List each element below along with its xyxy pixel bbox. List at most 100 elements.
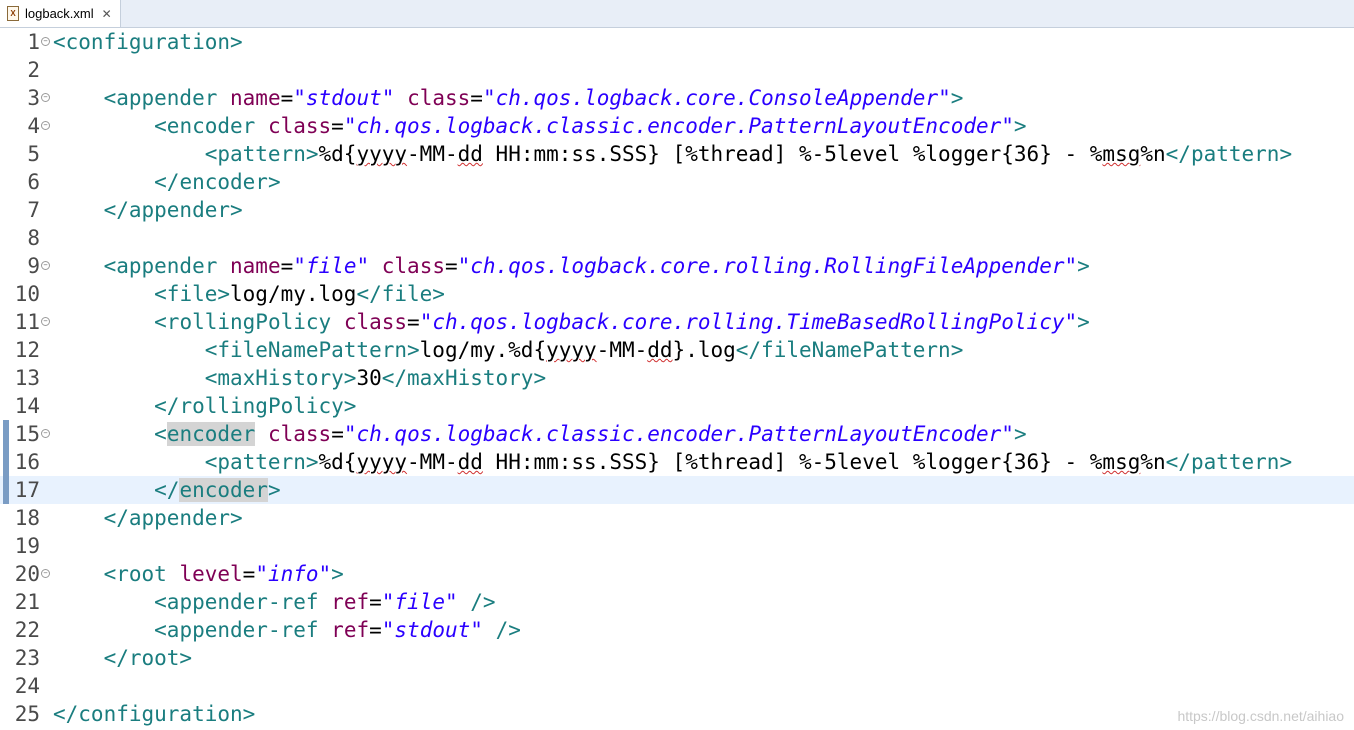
code-text: </encoder> — [53, 168, 281, 196]
line-number: 2 — [27, 58, 40, 82]
code-line[interactable]: 22 <appender-ref ref="stdout" /> — [0, 616, 1354, 644]
code-text: <encoder class="ch.qos.logback.classic.e… — [53, 112, 1026, 140]
fold-toggle-icon[interactable]: − — [41, 317, 50, 326]
code-line[interactable]: 16 <pattern>%d{yyyy-MM-dd HH:mm:ss.SSS} … — [0, 448, 1354, 476]
fold-toggle-icon[interactable]: − — [41, 261, 50, 270]
line-number: 9 — [27, 254, 40, 278]
code-text: <configuration> — [53, 28, 243, 56]
xml-editor[interactable]: 1− <configuration> 2 3− <appender name="std… — [0, 28, 1354, 730]
code-line[interactable]: 11− <rollingPolicy class="ch.qos.logback… — [0, 308, 1354, 336]
code-line[interactable]: 14 </rollingPolicy> — [0, 392, 1354, 420]
line-number: 3 — [27, 86, 40, 110]
code-line[interactable]: 1− <configuration> — [0, 28, 1354, 56]
code-text: <appender-ref ref="stdout" /> — [53, 616, 521, 644]
code-token: yyyy — [356, 450, 408, 474]
code-token: </rollingPolicy> — [154, 394, 357, 418]
code-token: name — [230, 86, 281, 110]
line-number: 18 — [14, 506, 40, 530]
code-token: <maxHistory> — [204, 366, 357, 390]
code-token: %n — [1140, 450, 1166, 474]
code-lines: 1− <configuration> 2 3− <appender name="std… — [0, 28, 1354, 728]
code-token: dd — [457, 450, 483, 474]
code-line[interactable]: 5 <pattern>%d{yyyy-MM-dd HH:mm:ss.SSS} [… — [0, 140, 1354, 168]
line-number: 6 — [27, 170, 40, 194]
code-text: <file>log/my.log</file> — [53, 280, 445, 308]
code-line[interactable]: 6 </encoder> — [0, 168, 1354, 196]
code-line[interactable]: 3− <appender name="stdout" class="ch.qos… — [0, 84, 1354, 112]
code-token: = — [369, 618, 382, 642]
code-line[interactable]: 12 <fileNamePattern>log/my.%d{yyyy-MM-dd… — [0, 336, 1354, 364]
code-line[interactable]: 8 — [0, 224, 1354, 252]
code-line[interactable]: 7 </appender> — [0, 196, 1354, 224]
code-token: > — [950, 86, 964, 110]
line-number: 25 — [14, 702, 40, 726]
code-line[interactable]: 18 </appender> — [0, 504, 1354, 532]
tab-logback-xml[interactable]: X logback.xml ✕ — [0, 0, 121, 27]
code-token: <encoder — [154, 114, 268, 138]
code-line[interactable]: 20− <root level="info"> — [0, 560, 1354, 588]
code-line[interactable]: 4− <encoder class="ch.qos.logback.classi… — [0, 112, 1354, 140]
close-tab-icon[interactable]: ✕ — [102, 7, 112, 21]
code-line[interactable]: 17 </encoder> — [0, 476, 1354, 504]
code-line[interactable]: 13 <maxHistory>30</maxHistory> — [0, 364, 1354, 392]
code-token: "ch.qos.logback.core.ConsoleAppender" — [482, 86, 951, 110]
code-token: > — [1077, 310, 1090, 334]
fold-toggle-icon[interactable]: − — [41, 93, 50, 102]
code-token: <appender-ref — [154, 618, 332, 642]
code-token: %n — [1140, 142, 1166, 166]
code-token: "ch.qos.logback.classic.encoder.PatternL… — [343, 114, 1014, 138]
code-token: = — [242, 562, 256, 586]
code-token: </encoder> — [154, 170, 281, 194]
code-token: HH:mm:ss.SSS} [%thread] %-5level %logger… — [482, 142, 1103, 166]
code-token: "ch.qos.logback.core.rolling.TimeBasedRo… — [419, 310, 1078, 334]
editor-tab-bar: X logback.xml ✕ — [0, 0, 1354, 28]
code-line[interactable]: 2 — [0, 56, 1354, 84]
code-text: <fileNamePattern>log/my.%d{yyyy-MM-dd}.l… — [53, 336, 964, 364]
line-number: 21 — [14, 590, 40, 614]
code-line[interactable]: 23 </root> — [0, 644, 1354, 672]
code-text: </encoder> — [53, 476, 281, 504]
line-number: 15 — [14, 422, 40, 446]
code-token: yyyy — [356, 142, 408, 166]
code-token: </appender> — [103, 506, 243, 530]
code-line[interactable]: 15− <encoder class="ch.qos.logback.class… — [0, 420, 1354, 448]
code-line[interactable]: 25 </configuration> — [0, 700, 1354, 728]
code-token: log/my.log — [230, 282, 357, 306]
code-text: <encoder class="ch.qos.logback.classic.e… — [53, 420, 1027, 448]
code-token: </appender> — [103, 198, 243, 222]
code-text: </rollingPolicy> — [53, 392, 356, 420]
fold-toggle-icon[interactable]: − — [41, 429, 50, 438]
code-line[interactable]: 19 — [0, 532, 1354, 560]
code-line[interactable]: 24 — [0, 672, 1354, 700]
fold-toggle-icon[interactable]: − — [41, 37, 50, 46]
watermark: https://blog.csdn.net/aihiao — [1177, 708, 1344, 724]
code-token: = — [331, 422, 344, 446]
code-text: <pattern>%d{yyyy-MM-dd HH:mm:ss.SSS} [%t… — [53, 448, 1292, 476]
fold-toggle-icon[interactable]: − — [41, 121, 50, 130]
code-text: </appender> — [53, 504, 243, 532]
code-token: /> — [495, 618, 521, 642]
code-line[interactable]: 21 <appender-ref ref="file" /> — [0, 588, 1354, 616]
code-token: "ch.qos.logback.core.rolling.RollingFile… — [457, 254, 1078, 278]
line-number: 8 — [27, 226, 40, 250]
fold-toggle-icon[interactable]: − — [41, 569, 50, 578]
code-text: <maxHistory>30</maxHistory> — [53, 364, 546, 392]
code-token: </pattern> — [1165, 142, 1293, 166]
code-token: /> — [470, 590, 496, 614]
code-token: <pattern> — [204, 142, 319, 166]
code-token: <pattern> — [204, 450, 319, 474]
code-line[interactable]: 9− <appender name="file" class="ch.qos.l… — [0, 252, 1354, 280]
line-number: 4 — [27, 114, 40, 138]
code-line[interactable]: 10 <file>log/my.log</file> — [0, 280, 1354, 308]
code-text: <rollingPolicy class="ch.qos.logback.cor… — [53, 308, 1090, 336]
code-text: </root> — [53, 644, 193, 672]
code-token: msg — [1102, 142, 1141, 166]
